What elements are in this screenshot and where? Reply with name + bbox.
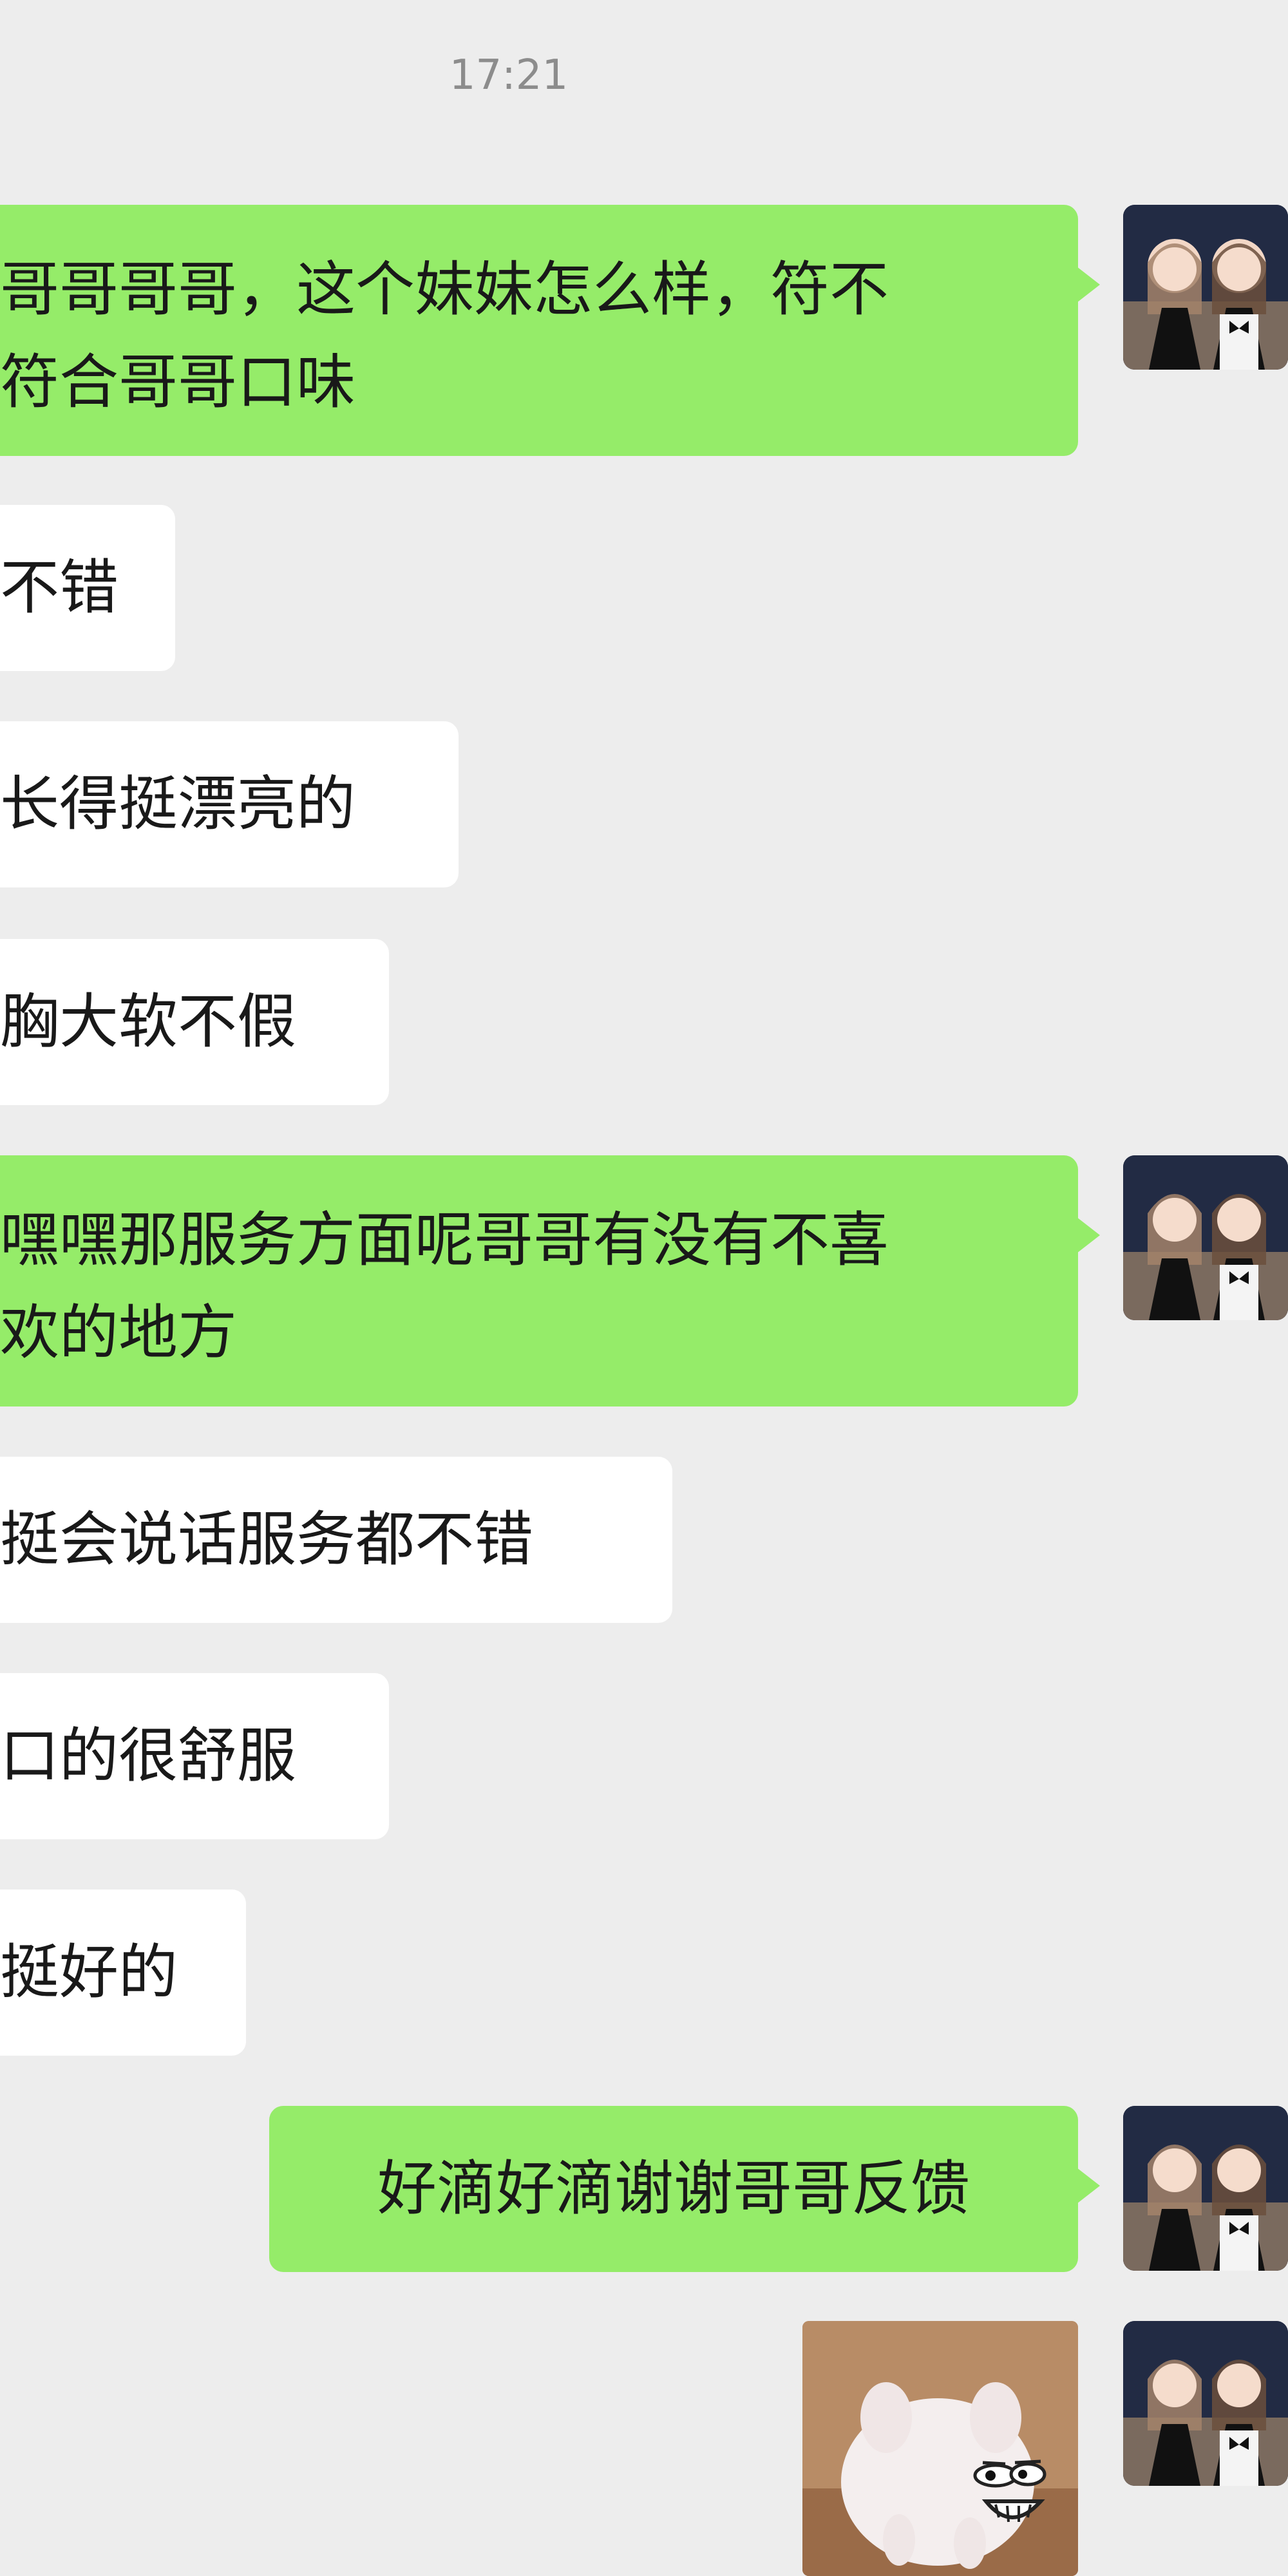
- message-text-line: 符合哥哥口味: [0, 348, 356, 417]
- outgoing-message-bubble[interactable]: 好滴好滴谢谢哥哥反馈: [269, 2106, 1100, 2272]
- incoming-message-bubble[interactable]: 挺会说话服务都不错: [0, 1457, 672, 1623]
- message-text: 胸大软不假: [0, 987, 297, 1056]
- incoming-message-bubble[interactable]: 胸大软不假: [0, 939, 389, 1105]
- incoming-message-bubble[interactable]: 挺好的: [0, 1889, 246, 2056]
- message-text-line: 哥哥哥哥，这个妹妹怎么样，符不: [0, 255, 889, 324]
- message-text: 长得挺漂亮的: [0, 770, 356, 838]
- user-avatar[interactable]: [1123, 205, 1288, 370]
- user-avatar[interactable]: [1123, 2321, 1288, 2486]
- user-avatar[interactable]: [1123, 2106, 1288, 2271]
- message-text: 口的很舒服: [0, 1721, 297, 1790]
- bubble-tail: [1077, 1217, 1100, 1253]
- outgoing-message-bubble[interactable]: 嘿嘿那服务方面呢哥哥有没有不喜 欢的地方: [0, 1155, 1100, 1406]
- chat-conversation: 17:21 哥哥哥哥，这个妹妹怎么样，符不 符合哥哥口味 不错 长得挺漂亮的 胸…: [0, 0, 1288, 2576]
- message-timestamp: 17:21: [449, 52, 569, 99]
- bubble-tail: [1077, 267, 1100, 303]
- message-text-line: 嘿嘿那服务方面呢哥哥有没有不喜: [0, 1206, 889, 1274]
- user-avatar[interactable]: [1123, 1155, 1288, 1320]
- pig-face-sticker[interactable]: [802, 2321, 1078, 2576]
- incoming-message-bubble[interactable]: 不错: [0, 505, 175, 671]
- incoming-message-bubble[interactable]: 长得挺漂亮的: [0, 721, 459, 887]
- message-text: 好滴好滴谢谢哥哥反馈: [377, 2154, 970, 2223]
- message-text: 挺好的: [0, 1938, 178, 2007]
- bubble-tail: [1077, 2168, 1100, 2204]
- message-text: 不错: [0, 553, 119, 622]
- outgoing-message-bubble[interactable]: 哥哥哥哥，这个妹妹怎么样，符不 符合哥哥口味: [0, 205, 1100, 456]
- message-text-line: 欢的地方: [0, 1298, 238, 1367]
- message-text: 挺会说话服务都不错: [0, 1505, 534, 1574]
- incoming-message-bubble[interactable]: 口的很舒服: [0, 1673, 389, 1839]
